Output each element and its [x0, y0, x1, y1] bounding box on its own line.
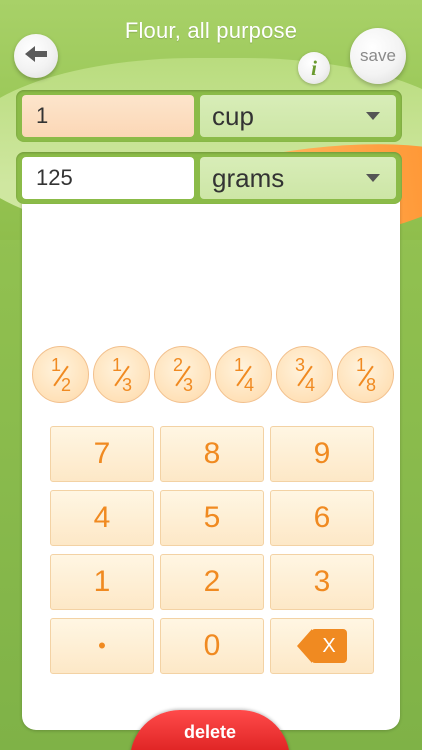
fraction-button-3-4[interactable]: 3 4 — [276, 346, 333, 403]
to-quantity-field[interactable]: 125 — [22, 157, 194, 199]
number-keypad: 7 8 9 4 5 6 1 2 3 • 0 X — [50, 426, 376, 680]
key-1[interactable]: 1 — [50, 554, 154, 610]
fraction-button-1-4[interactable]: 1 4 — [215, 346, 272, 403]
fraction-denominator: 4 — [305, 375, 316, 395]
fraction-denominator: 3 — [122, 375, 133, 395]
backspace-icon-tip — [297, 629, 312, 663]
from-unit-select[interactable]: cup — [200, 95, 396, 137]
fraction-denominator: 8 — [366, 375, 377, 395]
info-icon: i — [311, 55, 317, 80]
key-5[interactable]: 5 — [160, 490, 264, 546]
key-6[interactable]: 6 — [270, 490, 374, 546]
save-button[interactable]: save — [350, 28, 406, 84]
fraction-denominator: 2 — [61, 375, 72, 395]
key-decimal[interactable]: • — [50, 618, 154, 674]
from-unit-label: cup — [212, 100, 254, 131]
key-9[interactable]: 9 — [270, 426, 374, 482]
backspace-icon-label: X — [311, 629, 347, 663]
fraction-numerator: 1 — [234, 355, 245, 375]
back-button[interactable] — [14, 34, 58, 78]
chevron-down-icon — [366, 112, 380, 120]
fraction-denominator: 3 — [183, 375, 194, 395]
fraction-numerator: 2 — [173, 355, 184, 375]
key-8[interactable]: 8 — [160, 426, 264, 482]
backspace-icon: X — [297, 629, 347, 663]
fraction-numerator: 1 — [51, 355, 62, 375]
from-conversion-row: 1 cup — [16, 90, 402, 142]
chevron-down-icon — [366, 174, 380, 182]
fraction-button-1-8[interactable]: 1 8 — [337, 346, 394, 403]
fraction-denominator: 4 — [244, 375, 255, 395]
fraction-numerator: 1 — [112, 355, 123, 375]
from-quantity-field[interactable]: 1 — [22, 95, 194, 137]
fraction-button-1-3[interactable]: 1 3 — [93, 346, 150, 403]
info-button[interactable]: i — [298, 52, 330, 84]
to-conversion-row: 125 grams — [16, 152, 402, 204]
key-0[interactable]: 0 — [160, 618, 264, 674]
to-unit-label: grams — [212, 162, 285, 193]
fraction-button-2-3[interactable]: 2 3 — [154, 346, 211, 403]
fraction-buttons: 1 2 1 3 2 3 1 4 3 4 1 8 — [32, 346, 394, 404]
fraction-numerator: 1 — [356, 355, 367, 375]
arrow-left-icon — [23, 44, 49, 69]
key-3[interactable]: 3 — [270, 554, 374, 610]
fraction-numerator: 3 — [295, 355, 306, 375]
key-7[interactable]: 7 — [50, 426, 154, 482]
fraction-button-1-2[interactable]: 1 2 — [32, 346, 89, 403]
key-4[interactable]: 4 — [50, 490, 154, 546]
to-unit-select[interactable]: grams — [200, 157, 396, 199]
key-2[interactable]: 2 — [160, 554, 264, 610]
backspace-key[interactable]: X — [270, 618, 374, 674]
